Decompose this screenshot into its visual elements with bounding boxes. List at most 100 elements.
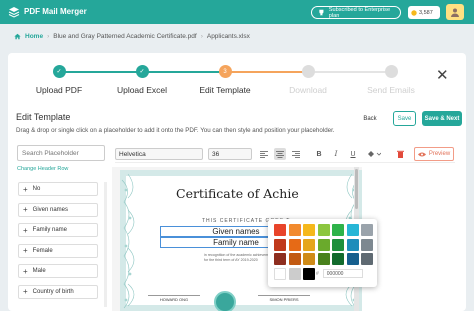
certificate-body-text: in recognition of the academic achieveme… xyxy=(204,253,274,262)
user-avatar[interactable] xyxy=(446,4,464,20)
color-swatch[interactable] xyxy=(274,224,286,236)
search-placeholder-input[interactable] xyxy=(17,145,105,161)
placeholder-item[interactable]: + Female xyxy=(18,243,98,258)
preview-label: Preview xyxy=(428,151,451,157)
step-edit-template[interactable]: 3 Edit Template xyxy=(190,65,260,95)
check-icon: ✓ xyxy=(135,65,149,78)
placeholder-item[interactable]: + Male xyxy=(18,264,98,278)
color-swatch[interactable] xyxy=(332,253,344,265)
breadcrumb-separator: › xyxy=(200,33,203,40)
color-swatch[interactable] xyxy=(332,238,344,251)
save-next-button[interactable]: Save & Next xyxy=(422,111,462,126)
breadcrumb-data-file[interactable]: Applicants.xlsx xyxy=(207,33,250,40)
placeholder-item[interactable]: + No xyxy=(18,182,98,196)
breadcrumb-home[interactable]: Home xyxy=(25,33,43,40)
signature-right: SIMON PRIERS xyxy=(258,295,310,302)
color-swatch[interactable] xyxy=(303,224,315,236)
step-upload-excel[interactable]: ✓ Upload Excel xyxy=(107,65,177,95)
wizard-card: ✓ Upload PDF ✓ Upload Excel 3 Edit Templ… xyxy=(8,53,466,311)
step-download: Download xyxy=(273,65,343,95)
step-circle xyxy=(301,65,315,78)
plus-icon: + xyxy=(23,225,28,235)
color-swatch[interactable] xyxy=(332,224,344,236)
placeholder-label: No xyxy=(32,186,41,192)
color-swatch[interactable] xyxy=(346,238,359,251)
top-bar: PDF Mail Merger Subscribed to Enterprise… xyxy=(0,0,474,24)
color-swatch[interactable] xyxy=(274,253,286,265)
back-button[interactable]: Back xyxy=(358,111,382,126)
color-picker-popup: # 000000 xyxy=(268,219,377,287)
app-title: PDF Mail Merger xyxy=(24,7,87,16)
hex-value: 000000 xyxy=(326,270,344,277)
color-swatch[interactable] xyxy=(303,253,315,265)
change-header-row-link[interactable]: Change Header Row xyxy=(17,166,68,172)
sidebar-scrollbar[interactable] xyxy=(104,182,107,307)
color-swatch[interactable] xyxy=(346,224,359,236)
font-size-select[interactable]: 36 xyxy=(208,148,252,160)
color-swatch[interactable] xyxy=(346,253,359,265)
hex-input[interactable]: 000000 xyxy=(322,269,363,278)
color-swatch[interactable] xyxy=(317,224,330,236)
font-size-value: 36 xyxy=(212,150,220,158)
placeholder-label: Given names xyxy=(32,206,69,213)
plan-badge[interactable]: Subscribed to Enterprise plan xyxy=(311,6,401,19)
format-toolbar: Helvetica 36 B I U Preview xyxy=(115,147,455,163)
plus-icon: + xyxy=(23,287,28,296)
color-swatch[interactable] xyxy=(274,238,286,251)
plus-icon: + xyxy=(23,266,28,276)
plus-icon: + xyxy=(23,205,28,214)
color-swatch[interactable] xyxy=(361,253,373,265)
font-family-value: Helvetica xyxy=(119,150,146,158)
hash-label: # xyxy=(316,270,319,277)
placeholder-item[interactable]: + Given names xyxy=(18,202,98,217)
italic-icon[interactable]: I xyxy=(330,148,342,160)
color-swatch[interactable] xyxy=(361,238,373,251)
trophy-icon xyxy=(319,9,324,16)
align-left-icon[interactable] xyxy=(258,148,270,160)
section-description: Drag & drop or single click on a placeho… xyxy=(16,127,335,134)
color-swatch[interactable] xyxy=(303,267,315,280)
step-number: 3 xyxy=(218,65,232,78)
color-swatch[interactable] xyxy=(303,238,315,251)
color-swatch[interactable] xyxy=(361,224,373,236)
plus-icon: + xyxy=(23,246,28,255)
font-family-select[interactable]: Helvetica xyxy=(115,148,203,160)
underline-icon[interactable]: U xyxy=(347,148,359,160)
placeholder-item[interactable]: + Family name xyxy=(18,223,98,237)
step-send-emails: Send Emails xyxy=(356,65,426,95)
signature-left: HOWARD ONG xyxy=(148,295,200,302)
align-right-icon[interactable] xyxy=(290,148,302,160)
placeholder-label: Female xyxy=(32,247,53,254)
fill-color-icon[interactable] xyxy=(365,148,383,160)
step-label: Download xyxy=(289,85,327,95)
placeholder-label: Family name xyxy=(32,227,68,233)
color-swatch[interactable] xyxy=(317,238,330,251)
credits-value: 3,587 xyxy=(419,9,433,16)
trash-icon[interactable] xyxy=(394,148,406,160)
color-swatch[interactable] xyxy=(317,253,330,265)
breadcrumb-template[interactable]: Blue and Gray Patterned Academic Certifi… xyxy=(53,33,196,40)
step-upload-pdf[interactable]: ✓ Upload PDF xyxy=(24,65,94,95)
coin-icon xyxy=(411,9,417,16)
home-icon xyxy=(14,33,21,40)
step-label: Upload PDF xyxy=(35,85,83,95)
certificate-title: Certificate of Achie xyxy=(176,186,299,201)
align-center-icon[interactable] xyxy=(274,148,286,160)
color-swatch[interactable] xyxy=(288,253,301,265)
preview-button[interactable]: Preview xyxy=(414,147,454,161)
close-icon[interactable]: ✕ xyxy=(436,66,449,84)
color-swatch[interactable] xyxy=(274,267,286,280)
step-label: Upload Excel xyxy=(116,85,168,95)
placeholder-item[interactable]: + Country of birth xyxy=(18,284,98,299)
color-swatch[interactable] xyxy=(288,267,301,280)
section-title: Edit Template xyxy=(16,112,71,122)
hex-input-row: # 000000 xyxy=(316,269,363,278)
breadcrumb: Home › Blue and Gray Patterned Academic … xyxy=(14,33,250,40)
save-button[interactable]: Save xyxy=(393,111,416,126)
credits-counter[interactable]: 3,587 xyxy=(408,6,440,19)
step-label: Send Emails xyxy=(367,85,415,95)
color-swatch[interactable] xyxy=(288,238,301,251)
color-swatch[interactable] xyxy=(288,224,301,236)
bold-icon[interactable]: B xyxy=(313,148,325,160)
scrollbar-thumb[interactable] xyxy=(355,169,358,209)
